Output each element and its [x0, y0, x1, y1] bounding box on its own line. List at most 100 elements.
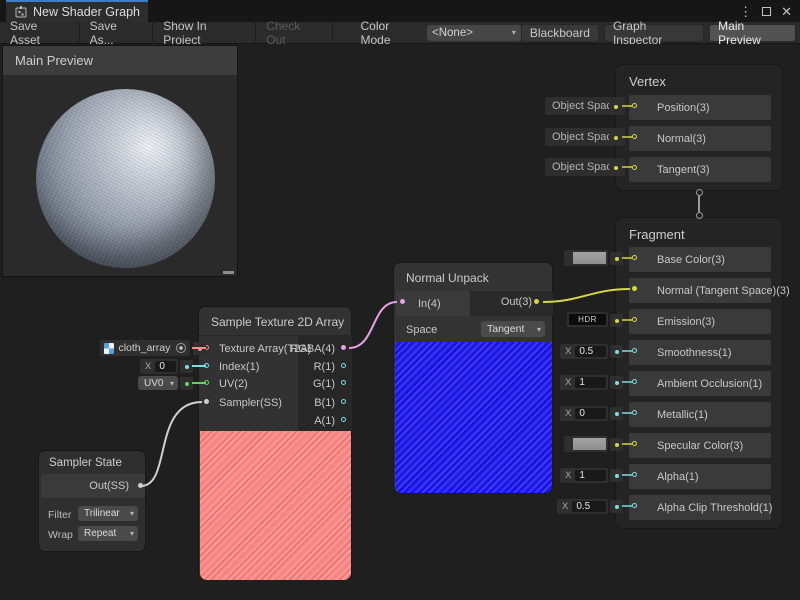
main-preview-panel[interactable]: Main Preview — [2, 45, 238, 277]
alpha-field[interactable]: X1 — [560, 468, 608, 483]
port-label-alpha-clip: Alpha Clip Threshold(1) — [657, 502, 772, 514]
uv-port[interactable] — [204, 380, 209, 385]
alpha-clip-port[interactable] — [632, 503, 637, 508]
position-input-port[interactable] — [632, 103, 637, 108]
vertex-row-tangent[interactable]: Tangent(3) — [629, 157, 771, 182]
space-value: Tangent — [487, 323, 524, 335]
sampler-out-port[interactable] — [138, 483, 143, 488]
kebab-menu-icon[interactable]: ⋮ — [739, 5, 752, 18]
graph-canvas[interactable]: Main Preview Vertex Position(3) Normal(3… — [0, 44, 800, 600]
emission-port[interactable] — [632, 317, 637, 322]
shader-graph-icon — [14, 5, 28, 19]
object-picker-icon[interactable] — [176, 343, 186, 353]
specular-color-port[interactable] — [632, 441, 637, 446]
port-label-alpha: Alpha(1) — [657, 471, 699, 483]
fragment-node[interactable]: Fragment Base Color(3) Normal (Tangent S… — [615, 217, 783, 529]
port-label-specular-color: Specular Color(3) — [657, 440, 743, 452]
fragment-row-metallic[interactable]: Metallic(1) — [629, 402, 771, 427]
color-mode-dropdown[interactable]: <None> ▾ — [427, 25, 521, 41]
sampler-node-title: Sampler State — [39, 451, 145, 474]
fragment-row-base-color[interactable]: Base Color(3) — [629, 247, 771, 272]
fragment-row-smoothness[interactable]: Smoothness(1) — [629, 340, 771, 365]
smoothness-port[interactable] — [632, 348, 637, 353]
input-label-uv: UV(2) — [219, 378, 248, 390]
stage-link-top — [696, 189, 703, 196]
alpha-port[interactable] — [632, 472, 637, 477]
sampler-state-node[interactable]: Sampler State Out(SS) Filter Trilinear ▾… — [38, 450, 146, 552]
sample-texture-2d-array-node[interactable]: Sample Texture 2D Array Texture Array(T2… — [198, 306, 352, 580]
wire-sampler-state[interactable] — [141, 402, 202, 486]
index-port[interactable] — [204, 363, 209, 368]
filter-dropdown[interactable]: Trilinear ▾ — [78, 506, 138, 521]
fragment-row-alpha[interactable]: Alpha(1) — [629, 464, 771, 489]
save-as-button[interactable]: Save As... — [80, 22, 154, 44]
fragment-row-specular-color[interactable]: Specular Color(3) — [629, 433, 771, 458]
port-label-normal: Normal(3) — [657, 133, 706, 145]
main-preview-toggle-button[interactable]: Main Preview — [709, 24, 796, 42]
uv-dot — [180, 377, 193, 390]
metallic-port[interactable] — [632, 410, 637, 415]
fragment-row-normal[interactable]: Normal (Tangent Space)(3) — [629, 278, 771, 303]
save-asset-button[interactable]: Save Asset — [0, 22, 80, 44]
normal-ts-port[interactable] — [632, 286, 637, 291]
tangent-input-port[interactable] — [632, 165, 637, 170]
output-label-a: A(1) — [314, 415, 335, 427]
show-in-project-button[interactable]: Show In Project — [153, 22, 256, 44]
ambient-occlusion-port[interactable] — [632, 379, 637, 384]
space-label: Space — [406, 324, 437, 336]
panel-resize-handle[interactable] — [223, 271, 234, 274]
g-port[interactable] — [341, 380, 346, 385]
texture-name: cloth_array — [118, 342, 170, 354]
fragment-row-emission[interactable]: Emission(3) — [629, 309, 771, 334]
alpha-clip-field[interactable]: X0.5 — [557, 499, 608, 514]
normal-input-port[interactable] — [632, 134, 637, 139]
ambient-occlusion-field[interactable]: X1 — [560, 375, 608, 390]
out-port-label: Out(3) — [501, 296, 532, 308]
texture-array-object-field[interactable]: cloth_array — [100, 340, 190, 356]
rgba-port[interactable] — [341, 345, 346, 350]
fragment-node-title: Fragment — [616, 218, 782, 249]
base-color-port[interactable] — [632, 255, 637, 260]
normal-unpack-node[interactable]: Normal Unpack In(4) Out(3) Space Tangent… — [393, 262, 553, 494]
filter-label: Filter — [48, 509, 71, 521]
metallic-dot — [610, 407, 623, 420]
maximize-icon[interactable] — [762, 7, 771, 16]
vertex-row-position[interactable]: Position(3) — [629, 95, 771, 120]
vertex-row-normal[interactable]: Normal(3) — [629, 126, 771, 151]
b-port[interactable] — [341, 399, 346, 404]
base-color-swatch[interactable] — [564, 250, 608, 266]
r-port[interactable] — [341, 363, 346, 368]
filter-value: Trilinear — [84, 508, 120, 519]
sampler-port[interactable] — [204, 399, 209, 404]
unpack-node-preview-texture — [395, 342, 552, 493]
close-icon[interactable]: ✕ — [781, 5, 792, 18]
unpack-in-slab[interactable]: In(4) — [396, 291, 470, 316]
unpack-out-port[interactable] — [534, 299, 539, 304]
smoothness-field[interactable]: X0.5 — [560, 344, 608, 359]
fragment-row-alpha-clip[interactable]: Alpha Clip Threshold(1) — [629, 495, 771, 520]
vertex-node[interactable]: Vertex Position(3) Normal(3) Tangent(3) — [615, 64, 783, 191]
a-port[interactable] — [341, 417, 346, 422]
graph-inspector-toggle-button[interactable]: Graph Inspector — [604, 24, 704, 42]
specular-color-dot — [610, 438, 623, 451]
space-dropdown[interactable]: Tangent ▾ — [481, 321, 545, 337]
metallic-field[interactable]: X0 — [560, 406, 608, 421]
specular-color-swatch[interactable] — [564, 436, 608, 452]
in-port-label: In(4) — [418, 298, 441, 310]
color-mode-label: Color Mode — [357, 19, 428, 47]
sampler-out-label: Out(SS) — [89, 480, 129, 492]
uv-channel-dropdown[interactable]: UV0 ▾ — [138, 376, 178, 390]
index-field[interactable]: X0 — [140, 359, 178, 374]
wrap-value: Repeat — [84, 528, 116, 539]
emission-hdr-swatch[interactable]: HDR — [567, 312, 608, 327]
texture-array-dot — [193, 342, 206, 355]
wire-rgba-to-in[interactable] — [349, 302, 397, 348]
blackboard-toggle-button[interactable]: Blackboard — [521, 24, 599, 42]
wrap-dropdown[interactable]: Repeat ▾ — [78, 526, 138, 541]
main-preview-header[interactable]: Main Preview — [3, 46, 237, 75]
fragment-row-ambient-occlusion[interactable]: Ambient Occlusion(1) — [629, 371, 771, 396]
binding-dot-2 — [609, 131, 622, 144]
unpack-in-port[interactable] — [400, 299, 405, 304]
stage-link-bottom — [696, 212, 703, 219]
check-out-button: Check Out — [256, 22, 332, 44]
